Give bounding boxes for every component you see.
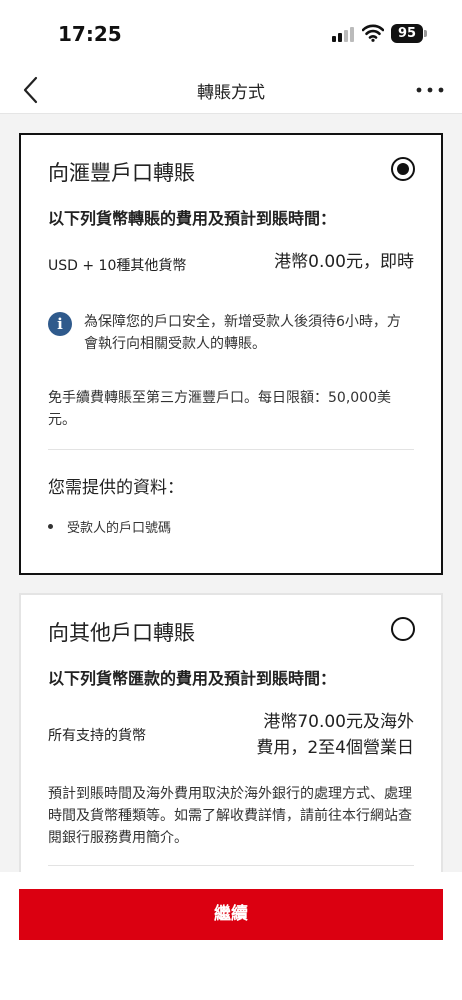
divider	[48, 865, 414, 866]
fee-heading: 以下列貨幣轉賬的費用及預計到賬時間：	[48, 209, 337, 228]
bullet-icon	[48, 524, 53, 529]
info-icon: i	[48, 312, 72, 336]
option-title: 向滙豐戶口轉賬	[48, 161, 195, 185]
option-card-other-account[interactable]: 向其他戶口轉賬 以下列貨幣匯款的費用及預計到賬時間： 所有支持的貨幣 港幣70.…	[19, 593, 443, 872]
continue-button[interactable]: 繼續	[19, 889, 443, 940]
wifi-icon	[362, 24, 384, 42]
status-time: 17:25	[58, 22, 122, 46]
status-bar: 17:25 95	[0, 0, 462, 68]
transfer-method-list[interactable]: 向滙豐戶口轉賬 以下列貨幣轉賬的費用及預計到賬時間： USD + 10種其他貨幣…	[0, 115, 462, 872]
fee-value: 港幣70.00元及海外 費用，2至4個營業日	[256, 709, 414, 761]
option-card-hsbc-account[interactable]: 向滙豐戶口轉賬 以下列貨幣轉賬的費用及預計到賬時間： USD + 10種其他貨幣…	[19, 133, 443, 575]
cellular-signal-icon	[332, 26, 354, 42]
page-title: 轉賬方式	[197, 83, 265, 103]
option-description: 預計到賬時間及海外費用取決於海外銀行的處理方式、處理時間及貨幣種類等。如需了解收…	[48, 786, 412, 846]
nav-bar: 轉賬方式	[0, 68, 462, 114]
currency-label: USD + 10種其他貨幣	[48, 258, 187, 274]
radio-unselected-icon[interactable]	[391, 617, 415, 641]
radio-selected-icon[interactable]	[391, 157, 415, 181]
required-item: 受款人的戶口號碼	[67, 521, 172, 536]
battery-tip	[424, 30, 427, 37]
option-description: 免手續費轉賬至第三方滙豐戶口。每日限額：50,000美元。	[48, 390, 391, 428]
more-options-icon[interactable]	[414, 82, 446, 98]
currency-label: 所有支持的貨幣	[48, 728, 146, 744]
fee-value-line1: 港幣70.00元及海外	[263, 712, 414, 732]
battery-icon: 95	[391, 24, 423, 43]
required-info-heading: 您需提供的資料：	[48, 478, 184, 498]
info-notice: 為保障您的戶口安全，新增受款人後須待6小時，方會執行向相關受款人的轉賬。	[84, 314, 401, 352]
fee-value-line2: 費用，2至4個營業日	[256, 738, 414, 758]
option-title: 向其他戶口轉賬	[48, 621, 195, 645]
divider	[48, 449, 414, 450]
fee-heading: 以下列貨幣匯款的費用及預計到賬時間：	[48, 669, 337, 688]
fee-value: 港幣0.00元，即時	[274, 252, 414, 272]
